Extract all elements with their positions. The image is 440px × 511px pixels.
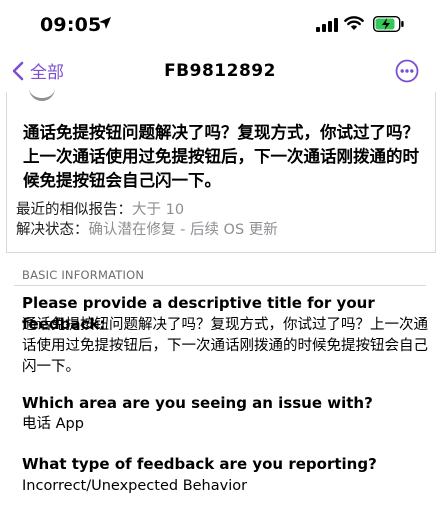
more-button[interactable] [395, 59, 419, 87]
question-area: Which area are you seeing an issue with? [22, 394, 373, 412]
avatar [29, 84, 55, 101]
feedback-card-top [6, 92, 436, 102]
section-divider [14, 285, 426, 286]
battery-charging-icon [372, 15, 405, 36]
cellular-signal-icon [316, 17, 338, 36]
more-ellipsis-icon [395, 59, 419, 83]
feedback-title: 通话免提按钮问题解决了吗？复现方式，你试过了吗？上一次通话使用过免提按钮后，下一… [23, 123, 419, 190]
answer-feedback-type: Incorrect/Unexpected Behavior [22, 478, 248, 494]
navigation-bar: 全部 FB9812892 [0, 50, 440, 94]
resolution-value: 确认潜在修复 - 后续 OS 更新 [88, 222, 278, 238]
wifi-icon [344, 15, 364, 35]
resolution-label: 解决状态： [16, 222, 89, 238]
similar-reports-label: 最近的相似报告： [16, 202, 132, 218]
page-title: FB9812892 [164, 61, 276, 81]
location-arrow-icon [98, 15, 112, 34]
resolution-row: 解决状态：确认潜在修复 - 后续 OS 更新 [16, 220, 278, 240]
section-header: BASIC INFORMATION [22, 268, 145, 282]
answer-title: 通话免提按钮问题解决了吗？复现方式，你试过了吗？上一次通话使用过免提按钮后，下一… [22, 317, 428, 375]
similar-reports-row: 最近的相似报告：大于 10 [16, 200, 184, 220]
status-bar: 09:05 [0, 0, 440, 48]
similar-reports-value: 大于 10 [132, 202, 185, 218]
answer-area: 电话 App [22, 416, 84, 432]
status-time: 09:05 [40, 14, 102, 36]
question-feedback-type: What type of feedback are you reporting? [22, 455, 377, 473]
